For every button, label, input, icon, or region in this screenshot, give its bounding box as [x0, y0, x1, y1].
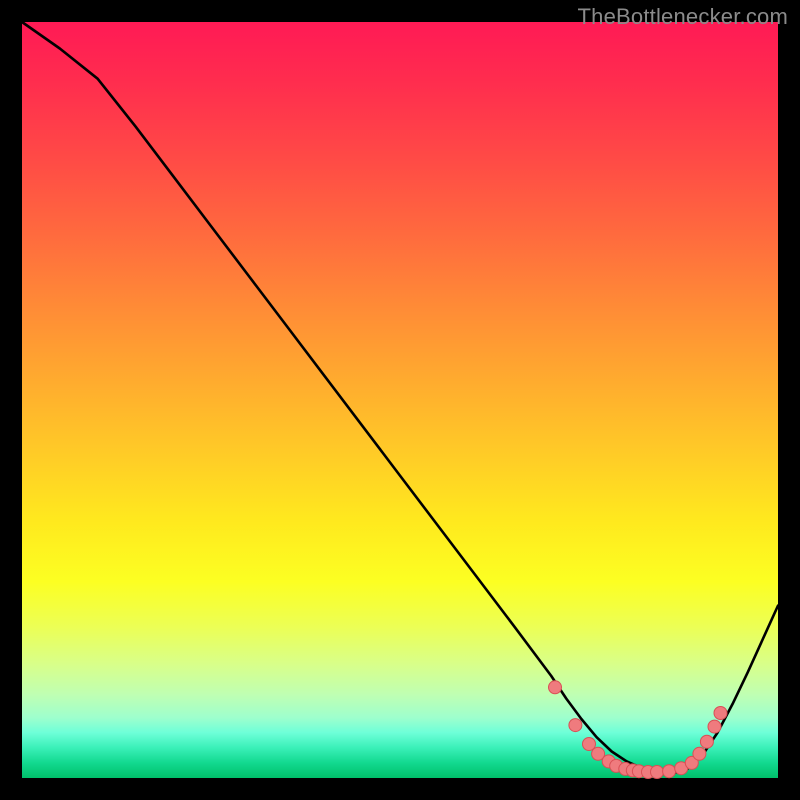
- data-point: [651, 766, 664, 779]
- chart-overlay: [22, 22, 778, 778]
- data-point: [549, 681, 562, 694]
- bottleneck-curve: [22, 22, 778, 774]
- data-point: [663, 765, 676, 778]
- data-point: [693, 747, 706, 760]
- chart-frame: TheBottlenecker.com: [0, 0, 800, 800]
- data-point: [714, 707, 727, 720]
- data-point: [569, 719, 582, 732]
- watermark-text: TheBottlenecker.com: [578, 4, 788, 30]
- data-point: [700, 735, 713, 748]
- data-point-cluster: [549, 681, 728, 779]
- data-point: [708, 720, 721, 733]
